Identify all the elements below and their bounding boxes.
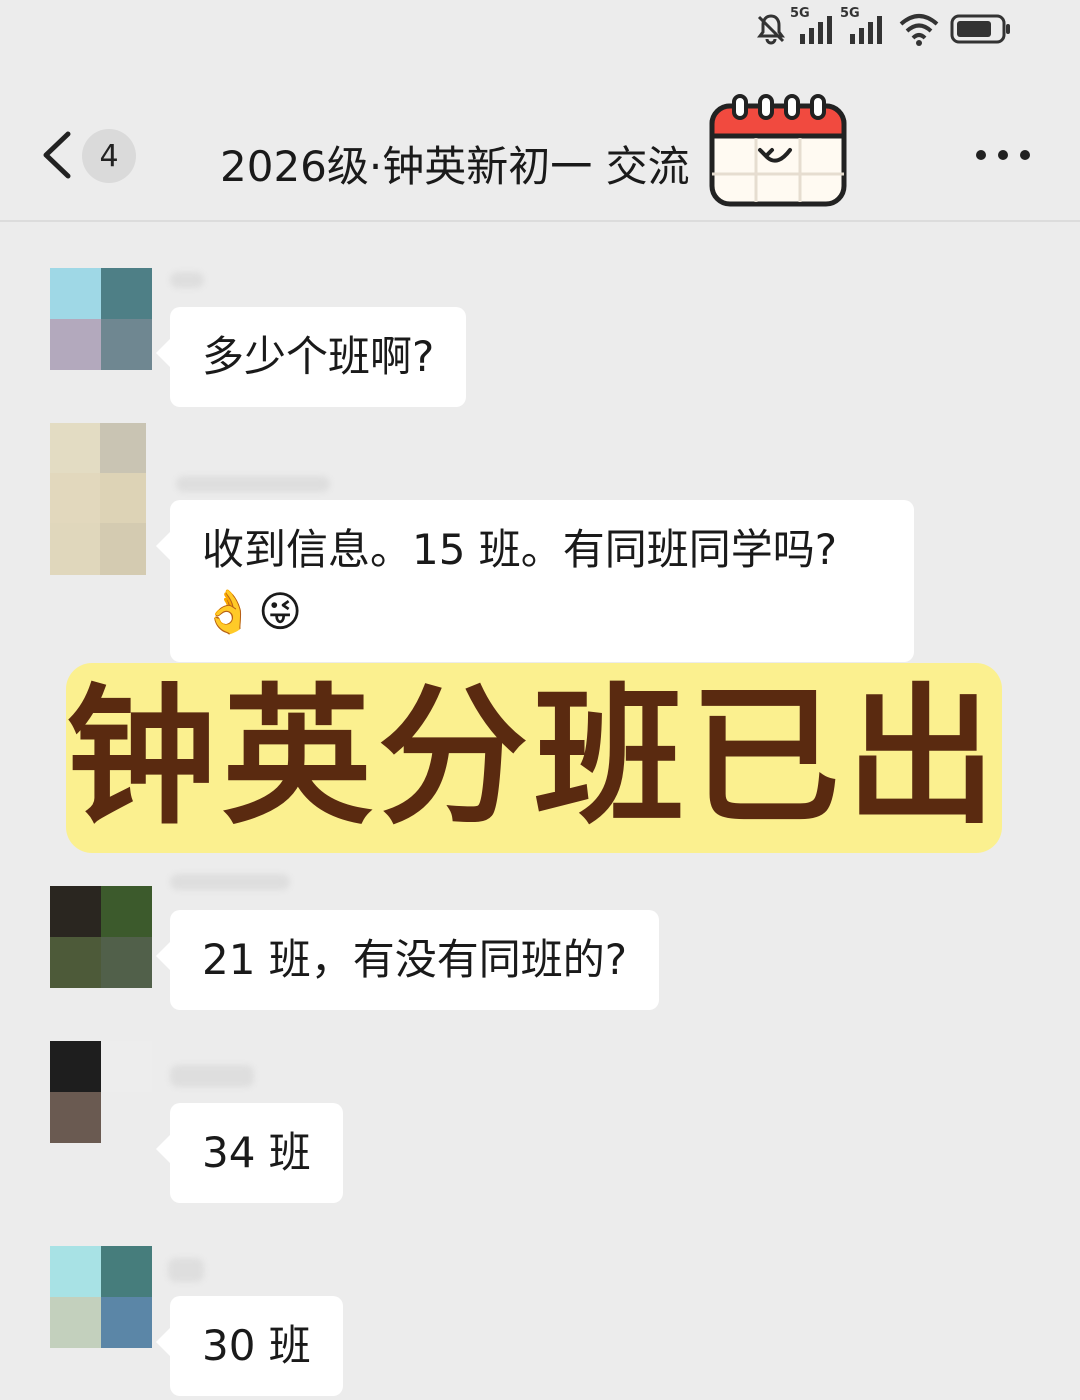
message-text: 34 班 bbox=[202, 1128, 311, 1177]
network-label: 5G bbox=[840, 6, 860, 21]
calendar-smile-icon bbox=[708, 92, 848, 212]
avatar[interactable] bbox=[50, 268, 152, 370]
message-text: 收到信息。15 班。有同班同学吗? bbox=[202, 525, 838, 574]
chat-header: 4 2026级·钟英新初一 交流 bbox=[0, 95, 1080, 222]
more-dots-icon[interactable] bbox=[976, 150, 1030, 160]
sender-name-blurred bbox=[176, 476, 330, 492]
avatar[interactable] bbox=[50, 1041, 152, 1143]
chat-title[interactable]: 2026级·钟英新初一 交流 bbox=[220, 133, 690, 194]
signal-5g-icon: 5G bbox=[840, 6, 888, 46]
message-text: 30 班 bbox=[202, 1321, 311, 1370]
sender-name-blurred bbox=[170, 1065, 254, 1087]
chevron-left-icon bbox=[43, 131, 71, 179]
back-button[interactable] bbox=[38, 130, 78, 180]
mute-bell-icon bbox=[754, 12, 788, 46]
network-label: 5G bbox=[790, 6, 810, 21]
message-bubble[interactable]: 30 班 bbox=[156, 1296, 343, 1396]
signal-5g-icon: 5G bbox=[790, 6, 838, 46]
message-bubble[interactable]: 多少个班啊? bbox=[155, 307, 467, 407]
unread-count-badge[interactable]: 4 bbox=[82, 129, 136, 183]
avatar[interactable] bbox=[50, 1246, 152, 1348]
sender-name-blurred bbox=[168, 1258, 204, 1282]
message-text: 21 班，有没有同班的? bbox=[202, 935, 628, 984]
emoji-wink-tongue: 😜 bbox=[258, 587, 303, 636]
battery-icon bbox=[950, 12, 1012, 46]
headline-banner: 钟英分班已出 bbox=[66, 663, 1002, 853]
headline-text: 钟英分班已出 bbox=[66, 671, 1003, 845]
message-bubble[interactable]: 34 班 bbox=[156, 1103, 343, 1203]
sender-name-blurred bbox=[170, 874, 290, 890]
message-bubble[interactable]: 收到信息。15 班。有同班同学吗? 👌 😜 bbox=[156, 500, 914, 662]
emoji-ok-hand: 👌 bbox=[202, 587, 255, 636]
message-bubble[interactable]: 21 班，有没有同班的? bbox=[155, 910, 660, 1010]
status-bar: 5G 5G bbox=[0, 0, 1080, 70]
avatar[interactable] bbox=[50, 423, 146, 575]
avatar[interactable] bbox=[50, 886, 152, 988]
message-text: 多少个班啊? bbox=[202, 332, 435, 381]
wifi-icon bbox=[898, 12, 940, 46]
emoji-row: 👌 😜 bbox=[202, 582, 882, 642]
sender-name-blurred bbox=[170, 272, 204, 288]
